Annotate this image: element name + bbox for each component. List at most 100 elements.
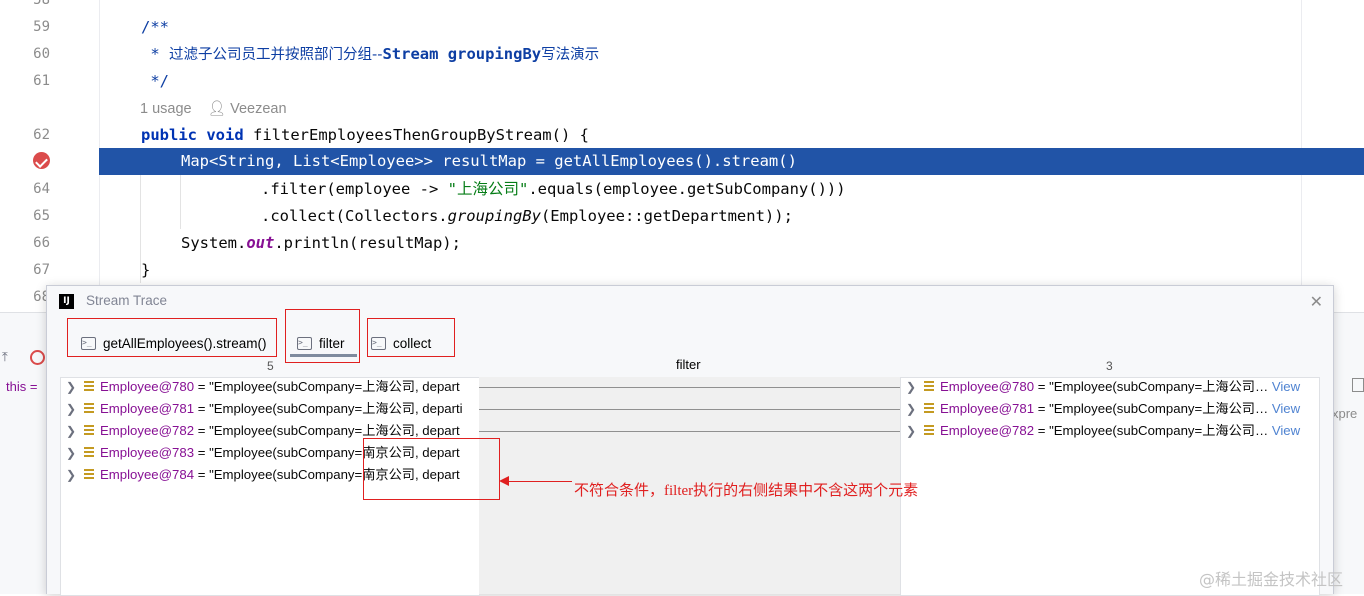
javadoc-text: 过滤子公司员工并按照部门分组-- bbox=[169, 47, 383, 63]
chevron-right-icon[interactable]: ❯ bbox=[66, 398, 80, 420]
tree-row[interactable]: ❯ Employee@781 = "Employee(subCompany=上海公… bbox=[901, 398, 1319, 420]
code-line-59[interactable]: /** bbox=[141, 14, 169, 41]
code-system: System. bbox=[181, 234, 247, 252]
row-var: Employee@782 bbox=[100, 423, 195, 438]
right-count: 3 bbox=[1106, 359, 1113, 373]
row-var: Employee@781 bbox=[940, 401, 1035, 416]
code-line-67[interactable]: } bbox=[141, 257, 150, 284]
code-filter-call: .filter(employee -> bbox=[261, 180, 448, 198]
chevron-right-icon[interactable]: ❯ bbox=[66, 378, 80, 398]
mapping-line bbox=[479, 431, 900, 432]
variable-this-label: this = bbox=[6, 379, 38, 394]
left-count: 5 bbox=[267, 359, 274, 373]
tree-row[interactable]: ❯ Employee@781 = "Employee(subCompany=上海公… bbox=[61, 398, 463, 420]
code-line-66[interactable]: System.out.println(resultMap); bbox=[181, 230, 461, 257]
line-number: 58 bbox=[33, 0, 50, 8]
annotation-text: 不符合条件，filter执行的右侧结果中不含这两个元素 bbox=[574, 483, 919, 499]
code-editor[interactable]: 58 59 60 61 62 64 65 66 67 68 /** * 过滤子公… bbox=[0, 0, 1364, 312]
right-values-panel[interactable]: ❯ Employee@780 = "Employee(subCompany=上海公… bbox=[900, 377, 1320, 596]
annotation-box-filtered-rows bbox=[363, 438, 500, 500]
current-execution-line[interactable]: Map<String, List<Employee>> resultMap = … bbox=[99, 148, 1364, 175]
code-vision-inlay[interactable]: 1 usage 👤︎ Veezean bbox=[140, 96, 287, 123]
copy-icon[interactable] bbox=[1352, 378, 1364, 392]
author-name[interactable]: Veezean bbox=[230, 101, 286, 117]
line-number: 60 bbox=[33, 46, 50, 62]
chevron-right-icon[interactable]: ❯ bbox=[66, 442, 80, 464]
indent-guide bbox=[180, 175, 181, 229]
code-method-ref: (Employee::getDepartment)); bbox=[540, 207, 793, 225]
view-link[interactable]: View bbox=[1272, 423, 1300, 438]
mapping-line bbox=[479, 387, 900, 388]
row-var: Employee@780 bbox=[100, 379, 195, 394]
step-icon[interactable]: ⤒ bbox=[2, 349, 8, 365]
tree-row[interactable]: ❯ Employee@780 = "Employee(subCompany=上海公… bbox=[901, 378, 1319, 398]
code-println: .println(resultMap); bbox=[274, 234, 461, 252]
breakpoint-icon[interactable] bbox=[33, 152, 50, 169]
javadoc-bold-text: Stream groupingBy bbox=[382, 45, 542, 63]
line-number: 62 bbox=[33, 127, 50, 143]
author-icon: 👤︎ bbox=[207, 101, 227, 117]
tree-row[interactable]: ❯ Employee@782 = "Employee(subCompany=上海公… bbox=[901, 420, 1319, 442]
code-line-60[interactable]: * 过滤子公司员工并按照部门分组--Stream groupingBy写法演示 bbox=[141, 41, 599, 68]
static-field: out bbox=[246, 234, 275, 252]
row-var: Employee@780 bbox=[940, 379, 1035, 394]
string-literal: "上海公司" bbox=[447, 180, 529, 198]
javadoc-close: */ bbox=[141, 72, 169, 90]
row-var: Employee@781 bbox=[100, 401, 195, 416]
annotation-box-stream-tab bbox=[67, 318, 277, 357]
line-number: 59 bbox=[33, 19, 50, 35]
row-value: = "Employee(subCompany=上海公司… bbox=[1034, 423, 1269, 438]
chevron-right-icon[interactable]: ❯ bbox=[906, 398, 920, 420]
line-number: 68 bbox=[33, 289, 50, 305]
middle-label: filter bbox=[676, 357, 701, 372]
code-line-64[interactable]: .filter(employee -> "上海公司".equals(employ… bbox=[261, 176, 846, 203]
annotation-box-collect-tab bbox=[367, 318, 455, 357]
row-var: Employee@782 bbox=[940, 423, 1035, 438]
code-line-62[interactable]: public void filterEmployeesThenGroupBySt… bbox=[141, 122, 589, 149]
field-icon bbox=[924, 380, 934, 393]
line-number: 61 bbox=[33, 73, 50, 89]
annotation-box-filter-tab bbox=[285, 309, 360, 363]
keyword-public: public bbox=[141, 126, 197, 144]
mapping-line bbox=[479, 409, 900, 410]
code-equals-call: .equals(employee.getSubCompany())) bbox=[528, 180, 846, 198]
line-number: 67 bbox=[33, 262, 50, 278]
intellij-logo-icon: IJ bbox=[59, 294, 74, 309]
field-icon bbox=[84, 402, 94, 415]
javadoc-open: /** bbox=[141, 18, 169, 36]
row-value: = "Employee(subCompany=上海公司… bbox=[1034, 379, 1269, 394]
line-number: 65 bbox=[33, 208, 50, 224]
field-icon bbox=[924, 402, 934, 415]
view-link[interactable]: View bbox=[1272, 379, 1300, 394]
dialog-title: Stream Trace bbox=[86, 293, 168, 308]
code-collect-call: .collect(Collectors. bbox=[261, 207, 448, 225]
code-line-63: Map<String, List<Employee>> resultMap = … bbox=[181, 152, 797, 170]
watermark: @稀土掘金技术社区 bbox=[1199, 570, 1344, 589]
field-icon bbox=[84, 468, 94, 481]
chevron-right-icon[interactable]: ❯ bbox=[906, 420, 920, 442]
breakpoint-toggle-icon[interactable] bbox=[30, 350, 45, 365]
line-number: 66 bbox=[33, 235, 50, 251]
field-icon bbox=[924, 424, 934, 437]
field-icon bbox=[84, 424, 94, 437]
close-icon[interactable]: ✕ bbox=[1310, 292, 1323, 312]
view-link[interactable]: View bbox=[1272, 401, 1300, 416]
keyword-void: void bbox=[206, 126, 244, 144]
code-line-65[interactable]: .collect(Collectors.groupingBy(Employee:… bbox=[261, 203, 793, 230]
usage-count[interactable]: 1 usage bbox=[140, 101, 192, 117]
annotation-arrow-line bbox=[508, 481, 572, 482]
javadoc-star: * bbox=[141, 45, 169, 63]
tree-row[interactable]: ❯ Employee@780 = "Employee(subCompany=上海公… bbox=[61, 378, 460, 398]
field-icon bbox=[84, 446, 94, 459]
method-signature: filterEmployeesThenGroupByStream() { bbox=[253, 126, 589, 144]
expression-placeholder: xpre bbox=[1332, 406, 1358, 421]
code-line-61[interactable]: */ bbox=[141, 68, 169, 95]
chevron-right-icon[interactable]: ❯ bbox=[66, 464, 80, 486]
chevron-right-icon[interactable]: ❯ bbox=[66, 420, 80, 442]
chevron-right-icon[interactable]: ❯ bbox=[906, 378, 920, 398]
debugger-left-strip: ⤒ this = bbox=[0, 349, 46, 394]
row-var: Employee@784 bbox=[100, 467, 195, 482]
static-method: groupingBy bbox=[447, 207, 541, 225]
javadoc-suffix: 写法演示 bbox=[541, 47, 600, 63]
line-number: 64 bbox=[33, 181, 50, 197]
